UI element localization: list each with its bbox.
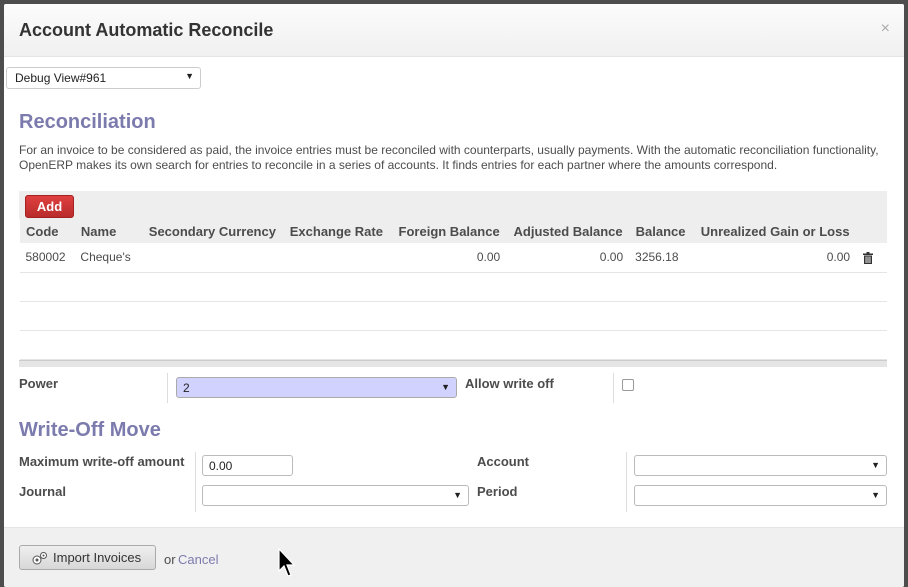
- divider: [167, 373, 168, 403]
- cell-foreign-balance: 0.00: [476, 250, 501, 265]
- column-header-foreign-balance[interactable]: Foreign Balance: [391, 219, 506, 243]
- close-icon[interactable]: ×: [881, 20, 890, 38]
- accounts-grid: Add Code Name Secondary Currency Exchang…: [19, 191, 887, 367]
- grid-footer: [19, 359, 887, 367]
- chevron-down-icon: ▼: [185, 71, 194, 81]
- reconciliation-title: Reconciliation: [19, 111, 156, 133]
- divider: [613, 373, 614, 403]
- column-header-name[interactable]: Name: [74, 219, 142, 243]
- cancel-link[interactable]: Cancel: [178, 552, 218, 567]
- debug-view-select[interactable]: Debug View#961 ▼: [6, 67, 201, 89]
- dialog-footer: Import Invoices or Cancel: [4, 527, 904, 587]
- reconcile-dialog: Account Automatic Reconcile × Debug View…: [4, 4, 904, 587]
- add-button[interactable]: Add: [25, 195, 74, 218]
- trash-icon[interactable]: [862, 252, 874, 265]
- reconciliation-help: For an invoice to be considered as paid,…: [19, 143, 879, 172]
- max-amount-label: Maximum write-off amount: [19, 454, 185, 469]
- import-icon: [32, 552, 47, 565]
- import-invoices-button[interactable]: Import Invoices: [19, 545, 156, 570]
- column-header-code[interactable]: Code: [20, 219, 75, 243]
- dialog-header: Account Automatic Reconcile ×: [4, 4, 904, 57]
- power-value: 2: [183, 381, 190, 395]
- table-header-row: Code Name Secondary Currency Exchange Ra…: [19, 219, 887, 243]
- cell-delete: [856, 243, 887, 272]
- table-row[interactable]: 580002 Cheque's 0.00 0.00 3256.18 0.00: [19, 243, 887, 272]
- column-header-actions: [856, 219, 887, 243]
- dialog-title: Account Automatic Reconcile: [19, 20, 274, 40]
- column-header-secondary-currency[interactable]: Secondary Currency: [142, 219, 283, 243]
- cell-name: Cheque's: [80, 250, 131, 265]
- period-label: Period: [477, 484, 518, 499]
- period-select[interactable]: ▼: [634, 485, 887, 506]
- cell-secondary-currency: [142, 243, 283, 272]
- chevron-down-icon: ▼: [871, 460, 880, 470]
- divider: [195, 452, 196, 512]
- column-header-adjusted-balance[interactable]: Adjusted Balance: [506, 219, 629, 243]
- chevron-down-icon: ▼: [871, 490, 880, 500]
- power-select[interactable]: 2 ▼: [176, 377, 457, 398]
- cell-unrealized: 0.00: [826, 250, 851, 265]
- chevron-down-icon: ▼: [453, 490, 462, 500]
- journal-select[interactable]: ▼: [202, 485, 469, 506]
- table-row-empty: [19, 330, 887, 359]
- cell-code: 580002: [25, 250, 66, 265]
- write-off-title: Write-Off Move: [19, 419, 161, 441]
- or-text: or: [164, 552, 176, 567]
- divider: [626, 452, 627, 512]
- account-select[interactable]: ▼: [634, 455, 887, 476]
- chevron-down-icon: ▼: [441, 382, 450, 392]
- grid-toolbar: Add: [19, 191, 887, 219]
- column-header-unrealized[interactable]: Unrealized Gain or Loss: [692, 219, 856, 243]
- table-row-empty: [19, 272, 887, 301]
- allow-write-off-label: Allow write off: [465, 376, 554, 391]
- journal-label: Journal: [19, 484, 66, 499]
- import-invoices-label: Import Invoices: [53, 550, 142, 565]
- debug-view-value: Debug View#961: [15, 71, 107, 85]
- table-row-empty: [19, 301, 887, 330]
- account-label: Account: [477, 454, 529, 469]
- cell-adjusted-balance: 0.00: [599, 250, 624, 265]
- cell-balance: 3256.18: [635, 250, 679, 265]
- column-header-exchange-rate[interactable]: Exchange Rate: [283, 219, 391, 243]
- accounts-table: Code Name Secondary Currency Exchange Ra…: [19, 219, 887, 360]
- cell-exchange-rate: [283, 243, 391, 272]
- mouse-cursor-icon: [278, 548, 296, 577]
- allow-write-off-checkbox[interactable]: [622, 379, 634, 391]
- max-amount-input[interactable]: 0.00: [202, 455, 293, 476]
- column-header-balance[interactable]: Balance: [629, 219, 692, 243]
- power-label: Power: [19, 376, 59, 391]
